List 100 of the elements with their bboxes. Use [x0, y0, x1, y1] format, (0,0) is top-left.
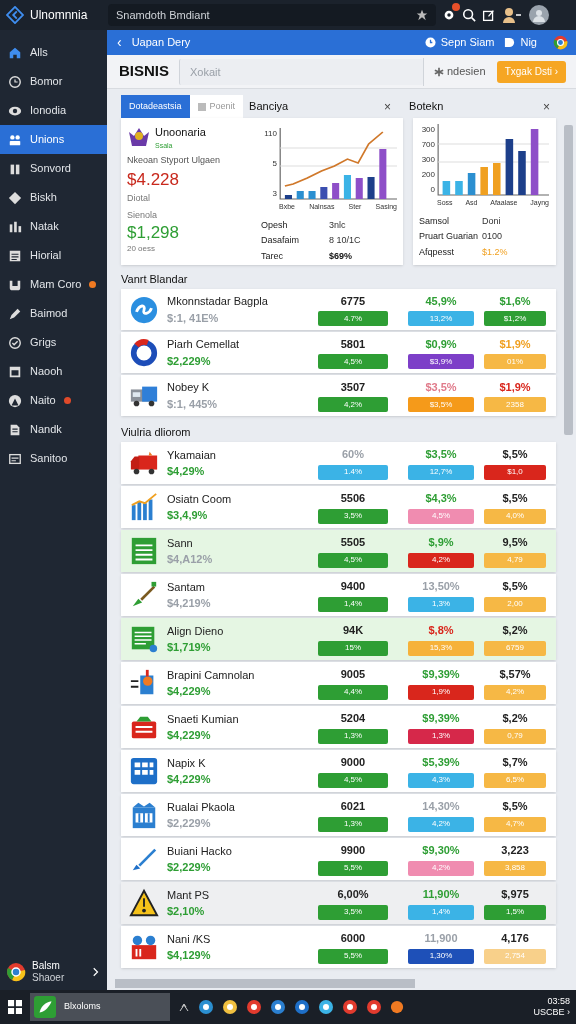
clock-time: 03:58 [547, 996, 570, 1007]
item-subtitle: $4,129% [167, 948, 211, 963]
leaf-icon [34, 996, 56, 1018]
item-subtitle: $4,219% [167, 596, 211, 611]
sidebar-item[interactable]: Grigs [0, 328, 107, 357]
value: 3507 [340, 379, 366, 395]
back-button[interactable]: ‹ [117, 32, 122, 53]
value: 13,50% [422, 579, 460, 595]
value-tag: 4,5% [318, 552, 388, 568]
value: 60% [342, 447, 364, 463]
value: $,975 [501, 887, 529, 903]
sidebar-item[interactable]: Ionodia [0, 96, 107, 125]
taskbar-app[interactable]: Blxoloms [30, 993, 170, 1021]
search-field[interactable]: Snamdoth Bmdiant [108, 4, 436, 26]
avatar-icon[interactable] [501, 7, 523, 23]
value: 9,5% [502, 535, 528, 551]
sidebar-item[interactable]: Sonvord [0, 154, 107, 183]
item-subtitle: $2,229% [167, 860, 211, 875]
section-title: BISNIS [119, 61, 170, 82]
swirl-icon [129, 294, 159, 325]
value-tag: 5,5% [318, 948, 388, 964]
value: 14,30% [422, 799, 460, 815]
item-subtitle: $2,229% [167, 353, 211, 369]
search-field[interactable]: Xokait [179, 58, 423, 85]
value: 5801 [340, 336, 366, 352]
value-tag: 4,2% [318, 397, 388, 413]
filter-button[interactable]: ndesien [423, 57, 497, 86]
list-row[interactable]: Nobey K $:1, 445% 3507 4,2% $3,5% $3,5% $1,9% 2358 [121, 375, 556, 416]
card-icon [8, 451, 22, 466]
value: 9005 [340, 667, 366, 683]
list-row[interactable]: Nani /KS $4,129% 6000 5,5% 11,900 1,30% 4,176 2,754 [121, 926, 556, 968]
item-subtitle: $4,229% [167, 684, 211, 699]
value-tag: 4,5% [318, 772, 388, 788]
value: $,2% [502, 623, 528, 639]
list-row[interactable]: Sann $4,A12% 5505 4,5% $,9% 4,2% 9,5% 4,79 [121, 530, 556, 572]
list-row[interactable]: Ykamaian $4,29% 60% 1.4% $3,5% 12,7% $,5% $1,0 [121, 442, 556, 484]
profile-avatar[interactable] [529, 5, 549, 25]
scrollbar-thumb[interactable] [115, 979, 415, 988]
value-tag: $3,9% [408, 354, 474, 370]
list-row[interactable]: Rualai Pkaola $2,229% 6021 1,3% 14,30% 4,2% $,5% 4,7% [121, 794, 556, 836]
close-button[interactable]: × [384, 97, 392, 116]
sidebar-item[interactable]: Biskh [0, 183, 107, 212]
share-icon[interactable] [482, 8, 495, 22]
value-tag: 0,79 [484, 728, 546, 744]
sidebar-item[interactable]: Unions [0, 125, 107, 154]
sidebar-item[interactable]: Naooh [0, 357, 107, 386]
list-row[interactable]: Osiatn Coom $3,4,9% 5506 3,5% $4,3% 4,5% $,5% 4,0% [121, 486, 556, 528]
list-row[interactable]: Buiani Hacko $2,229% 9900 5,5% $9,30% 4,2% 3,223 3,858 [121, 838, 556, 880]
value-tag: 4,2% [484, 684, 546, 700]
list-row[interactable]: Brapini Camnolan $4,229% 9005 4,4% $9,39% 1,9% $,57% 4,2% [121, 662, 556, 704]
item-name: Nobey K [167, 380, 210, 395]
axis-label: 300 [420, 154, 435, 166]
sidebar-item[interactable]: Alls [0, 38, 107, 67]
value: $0,9% [425, 336, 457, 352]
stat-value: $1.2% [482, 245, 509, 259]
header-link[interactable]: Nig [520, 34, 537, 51]
sidebar-item[interactable]: Sanitoo [0, 444, 107, 473]
item-subtitle: $:1, 41E% [167, 310, 219, 326]
sidebar-item[interactable]: Hiorial [0, 241, 107, 270]
item-name: Rualai Pkaola [167, 799, 235, 815]
tab[interactable]: Dotadeastsia [121, 95, 190, 118]
close-button[interactable]: × [543, 97, 550, 116]
list-row[interactable]: Napix K $4,229% 9000 4,5% $5,39% 4,3% $,7% 6,5% [121, 750, 556, 792]
list-row[interactable]: Align Dieno $1,719% 94K 15% $,8% 15,3% $,2% 6759 [121, 618, 556, 660]
scrollbar-thumb[interactable] [564, 125, 573, 435]
item-name: Sann [167, 535, 193, 551]
list-row[interactable]: Snaeti Kumian $4,229% 5204 1,3% $9,39% 1,3% $,2% 0,79 [121, 706, 556, 748]
item-name: Piarh Cemellat [167, 337, 240, 352]
axis-label: 200 [420, 169, 435, 181]
grid-icon [129, 756, 159, 786]
value-tag: 1.4% [318, 464, 388, 480]
list-row[interactable]: Mkonnstadar Bagpla $:1, 41E% 6775 4.7% 45,9% 13,2% $1,6% $1,2% [121, 289, 556, 330]
header-link[interactable]: Sepn Siam [440, 34, 495, 51]
list-row[interactable]: Piarh Cemellat $2,229% 5801 4,5% $0,9% $3,9% $1,9% 01% [121, 332, 556, 373]
item-name: Mkonnstadar Bagpla [167, 294, 268, 309]
stat-value: 0100 [482, 230, 504, 243]
value-tag: $1,2% [484, 311, 546, 327]
sidebar-item[interactable]: Nandk [0, 415, 107, 444]
tray-icon[interactable] [390, 1000, 404, 1014]
value: $1,9% [499, 336, 531, 352]
value-tag: 6,5% [484, 772, 546, 788]
account-switcher[interactable]: Balsm Shaoer [0, 960, 107, 984]
list-row[interactable]: Santam $4,219% 9400 1,4% 13,50% 1,3% $,5% 2,00 [121, 574, 556, 616]
gear-icon[interactable] [442, 8, 456, 22]
sidebar-item[interactable]: Naito [0, 386, 107, 415]
value-tag: 1,3% [408, 596, 474, 612]
value: $,8% [428, 623, 454, 639]
windows-icon[interactable] [8, 1000, 22, 1014]
value: 6000 [340, 931, 366, 947]
sidebar-item[interactable]: Mam Coro [0, 270, 107, 299]
person-icon [8, 393, 22, 408]
item-name: Santam [167, 579, 205, 595]
sidebar-item[interactable]: Natak [0, 212, 107, 241]
search-icon[interactable] [462, 8, 476, 22]
list-row[interactable]: Mant PS $2,10% 6,00% 3,5% 11,90% 1,4% $,975 1,5% [121, 882, 556, 924]
stat-value: 3nlc [329, 218, 347, 232]
value: $3,5% [425, 379, 457, 395]
sidebar-item[interactable]: Bomor [0, 67, 107, 96]
value: $9,39% [422, 711, 460, 727]
sidebar-item[interactable]: Baimod [0, 299, 107, 328]
